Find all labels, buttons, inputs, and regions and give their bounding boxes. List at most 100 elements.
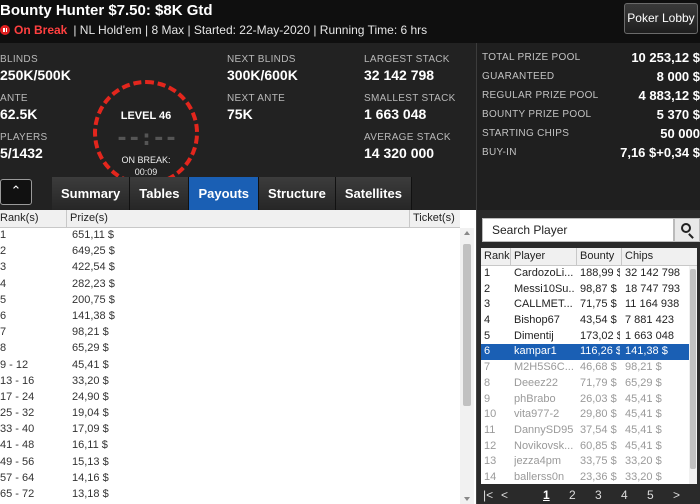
header-rank[interactable]: Rank(s) (0, 212, 39, 224)
search-button[interactable] (674, 218, 700, 242)
scroll-up-icon[interactable] (464, 231, 470, 235)
prize-cell: 24,90 $ (72, 390, 109, 403)
player-row[interactable]: 11 DannySD95 37,54 $ 45,41 $ (481, 423, 697, 439)
status-label: On Break (14, 23, 68, 37)
column-divider (409, 210, 410, 228)
next-blinds-value: 300K/600K (227, 67, 298, 83)
tab-satellites[interactable]: Satellites (335, 177, 412, 210)
scroll-thumb[interactable] (690, 269, 696, 469)
player-row[interactable]: 7 M2H5S6C... 46,68 $ 98,21 $ (481, 360, 697, 376)
player-row[interactable]: 13 jezza4pm 33,75 $ 33,20 $ (481, 454, 697, 470)
player-row[interactable]: 9 phBrabo 26,03 $ 45,41 $ (481, 392, 697, 408)
rank-cell: 8 (484, 376, 491, 389)
page-5[interactable]: 5 (647, 488, 654, 502)
table-row: 8 65,29 $ (0, 341, 460, 357)
table-row: 4 282,23 $ (0, 277, 460, 293)
table-row: 6 141,38 $ (0, 309, 460, 325)
collapse-button[interactable]: ⌃ (0, 179, 32, 205)
chips-cell: 33,20 $ (625, 470, 662, 483)
rank-cell: 25 - 32 (0, 407, 35, 420)
player-row[interactable]: 4 Bishop67 43,54 $ 7 881 423 (481, 313, 697, 329)
player-cell: Novikovsk... (514, 439, 574, 452)
player-row[interactable]: 14 ballerss0n 23,36 $ 33,20 $ (481, 470, 697, 484)
chips-cell: 18 747 793 (625, 282, 681, 295)
next-page-icon[interactable]: > (673, 488, 680, 502)
scroll-thumb[interactable] (463, 244, 471, 406)
page-2[interactable]: 2 (569, 488, 576, 502)
header-bounty[interactable]: Bounty (580, 250, 614, 262)
player-row[interactable]: 12 Novikovsk... 60,85 $ 45,41 $ (481, 439, 697, 455)
clock-level: LEVEL 46 (120, 110, 172, 122)
poker-lobby-button[interactable]: Poker Lobby (624, 3, 698, 34)
payouts-header: Rank(s) Prize(s) Ticket(s) (0, 210, 460, 228)
prev-page-icon[interactable]: < (501, 488, 508, 502)
tournament-info-panel: BLINDS 250K/500K ANTE 62.5K PLAYERS 5/14… (0, 43, 476, 210)
page-4[interactable]: 4 (621, 488, 628, 502)
player-row[interactable]: 3 CALLMET... 71,75 $ 11 164 938 (481, 297, 697, 313)
prize-value: 10 253,12 $ (631, 50, 700, 65)
table-row: 25 - 32 19,04 $ (0, 406, 460, 422)
prize-row-buy-in: BUY-IN 7,16 $+0,34 $ (482, 145, 700, 164)
bounty-cell: 46,68 $ (580, 361, 617, 374)
prize-row-starting-chips: STARTING CHIPS 50 000 (482, 126, 700, 145)
prize-value: 8 000 $ (656, 69, 700, 84)
ante-value: 62.5K (0, 106, 38, 122)
chevron-double-up-icon: ⌃ (10, 183, 22, 198)
table-row: 2 649,25 $ (0, 244, 460, 260)
players-value: 5/1432 (0, 145, 43, 161)
largest-stack-value: 32 142 798 (364, 67, 435, 83)
tab-summary[interactable]: Summary (52, 177, 131, 210)
page-3[interactable]: 3 (595, 488, 602, 502)
player-row[interactable]: 6 kampar1 116,26 $ 141,38 $ (481, 344, 697, 361)
prize-row-total: TOTAL PRIZE POOL 10 253,12 $ (482, 50, 700, 69)
prize-value: 4 883,12 $ (638, 88, 700, 103)
page-1[interactable]: 1 (543, 488, 550, 502)
prize-cell: 422,54 $ (72, 261, 115, 274)
bounty-cell: 37,54 $ (580, 423, 617, 436)
chips-cell: 32 142 798 (625, 267, 681, 279)
tournament-details: | NL Hold'em | 8 Max | Started: 22-May-2… (73, 23, 428, 37)
rank-cell: 2 (0, 245, 7, 258)
player-row[interactable]: 8 Deeez22 71,79 $ 65,29 $ (481, 376, 697, 392)
rank-cell: 3 (0, 261, 7, 274)
player-row[interactable]: 10 vita977-2 29,80 $ 45,41 $ (481, 407, 697, 423)
player-row[interactable]: 2 Messi10Su... 98,87 $ 18 747 793 (481, 282, 697, 298)
header-player[interactable]: Player (514, 250, 545, 262)
rank-cell: 9 - 12 (0, 358, 29, 371)
tab-payouts[interactable]: Payouts (189, 177, 260, 210)
chips-cell: 45,41 $ (625, 408, 662, 421)
table-row: 9 - 12 45,41 $ (0, 358, 460, 374)
player-cell: Deeez22 (514, 376, 559, 389)
rank-cell: 5 (484, 329, 491, 342)
tab-structure[interactable]: Structure (259, 177, 336, 210)
players-scrollbar[interactable] (689, 266, 697, 484)
bounty-cell: 33,75 $ (580, 455, 617, 468)
rank-cell: 6 (484, 345, 491, 358)
header-prize[interactable]: Prize(s) (70, 212, 108, 224)
prize-row-regular: REGULAR PRIZE POOL 4 883,12 $ (482, 88, 700, 107)
header-chips[interactable]: Chips (625, 250, 653, 262)
search-player-input[interactable]: Search Player (482, 218, 674, 242)
tab-tables[interactable]: Tables (130, 177, 190, 210)
column-divider (510, 248, 511, 266)
scroll-down-icon[interactable] (464, 497, 470, 501)
rank-cell: 49 - 56 (0, 455, 35, 468)
players-body: 1 CardozoLi... 188,99 $ 32 142 798 2 Messi10S… (481, 266, 697, 484)
average-stack-value: 14 320 000 (364, 145, 435, 161)
prize-value: 5 370 $ (656, 107, 700, 122)
prize-cell: 98,21 $ (72, 326, 109, 339)
chips-cell: 33,20 $ (625, 455, 662, 468)
bounty-cell: 98,87 $ (580, 282, 617, 295)
payouts-scrollbar[interactable] (460, 228, 474, 504)
header-rank[interactable]: Rank (484, 250, 510, 262)
header-ticket[interactable]: Ticket(s) (413, 212, 455, 224)
first-page-icon[interactable]: |< (483, 488, 493, 502)
chips-cell: 45,41 $ (625, 439, 662, 452)
next-blinds-label: NEXT BLINDS (227, 54, 296, 65)
players-panel: Search Player Rank Player Bounty Chips 1… (476, 210, 700, 504)
player-row[interactable]: 5 Dimentij 173,02 $ 1 663 048 (481, 329, 697, 345)
player-row[interactable]: 1 CardozoLi... 188,99 $ 32 142 798 (481, 266, 697, 282)
player-cell: CardozoLi... (514, 267, 574, 279)
prize-pool-panel: TOTAL PRIZE POOL 10 253,12 $ GUARANTEED … (476, 43, 700, 210)
table-row: 57 - 64 14,16 $ (0, 471, 460, 487)
